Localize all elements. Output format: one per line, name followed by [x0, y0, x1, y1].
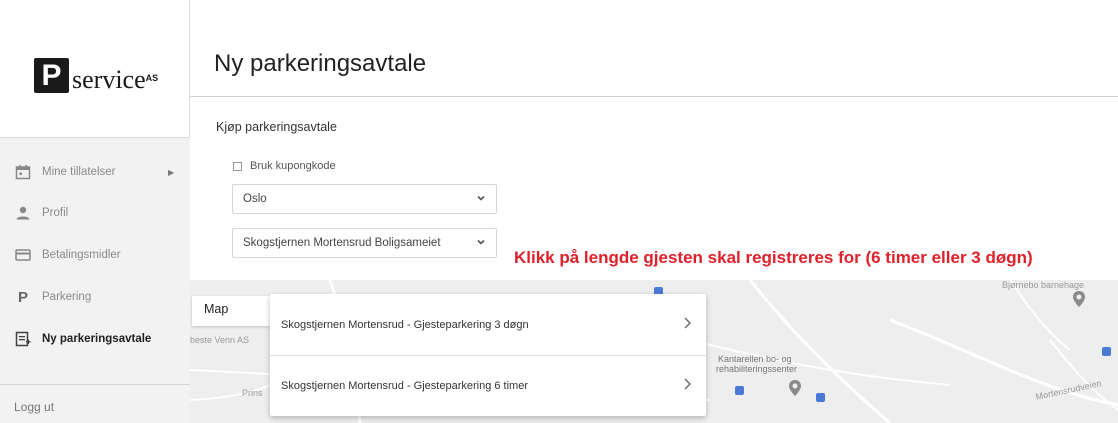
sidebar-item-label: Betalingsmidler — [42, 249, 121, 261]
sidebar-nav: Mine tillatelser ▶ Profil Betalingsmidle… — [0, 137, 190, 423]
logo-p-mark: P — [34, 58, 69, 93]
location-select-value: Skogstjernen Mortensrud Boligsameiet — [243, 237, 441, 249]
pservice-logo[interactable]: P serviceAS — [34, 58, 158, 93]
page-title: Ny parkeringsavtale — [214, 50, 427, 77]
bus-stop-icon[interactable] — [735, 386, 744, 395]
logo-area: P serviceAS — [0, 0, 190, 137]
sidebar-item-betalingsmidler[interactable]: Betalingsmidler — [0, 235, 190, 275]
map-label-prins: Prins — [242, 388, 263, 398]
map-pin-icon[interactable] — [1072, 290, 1086, 308]
map-label-bjornebo: Bjørnebo barnehage — [1002, 280, 1085, 290]
sidebar-item-mine-tillatelser[interactable]: Mine tillatelser ▶ — [0, 152, 190, 192]
map[interactable]: beste Venn AS Prins Bjørnebo barnehage K… — [190, 280, 1118, 423]
logo-name: service — [72, 65, 146, 94]
main-content: Ny parkeringsavtale Kjøp parkeringsavtal… — [190, 0, 1118, 423]
sidebar-item-label: Mine tillatelser — [42, 166, 116, 178]
chevron-right-icon: ▶ — [168, 167, 175, 177]
city-select[interactable]: Oslo — [232, 184, 497, 214]
instruction-text: Klikk på lengde gjesten skal registreres… — [514, 248, 1033, 267]
chevron-right-icon — [684, 378, 691, 390]
logo-suffix: AS — [145, 73, 159, 83]
sidebar-item-parkering[interactable]: P Parkering — [0, 277, 190, 317]
sidebar-item-profil[interactable]: Profil — [0, 193, 190, 233]
coupon-checkbox[interactable] — [233, 161, 242, 171]
bus-stop-icon[interactable] — [1102, 347, 1111, 356]
map-label-kantarellen-2: rehabiliteringssenter — [716, 364, 798, 374]
title-divider — [190, 96, 1118, 97]
map-label-beste-venn: beste Venn AS — [190, 335, 250, 345]
logout-link[interactable]: Logg ut — [14, 400, 54, 414]
bus-stop-icon[interactable] — [816, 393, 825, 402]
chevron-down-icon — [477, 239, 485, 245]
calendar-icon — [14, 163, 32, 181]
chevron-down-icon — [477, 195, 485, 201]
chevron-right-icon — [684, 317, 691, 329]
sidebar: P serviceAS Mine tillatelser ▶ Profil Be… — [0, 0, 190, 423]
sidebar-item-label: Parkering — [42, 291, 92, 303]
parking-options-dropdown: Skogstjernen Mortensrud - Gjesteparkerin… — [270, 294, 706, 416]
option-label: Skogstjernen Mortensrud - Gjesteparkerin… — [281, 318, 529, 331]
city-select-value: Oslo — [243, 193, 267, 205]
new-document-icon — [14, 330, 32, 348]
parking-p-icon: P — [17, 288, 28, 306]
location-select[interactable]: Skogstjernen Mortensrud Boligsameiet — [232, 228, 497, 258]
sidebar-item-ny-parkeringsavtale[interactable]: Ny parkeringsavtale — [0, 319, 190, 359]
option-gjesteparkering-6-timer[interactable]: Skogstjernen Mortensrud - Gjesteparkerin… — [270, 355, 706, 416]
coupon-label: Bruk kupongkode — [250, 160, 336, 172]
sidebar-item-label: Profil — [42, 207, 69, 219]
sidebar-item-label: Ny parkeringsavtale — [42, 333, 152, 345]
map-tab[interactable]: Map — [192, 296, 270, 326]
person-icon — [14, 204, 32, 222]
map-label-kantarellen: Kantarellen bo- og — [718, 354, 792, 364]
option-label: Skogstjernen Mortensrud - Gjesteparkerin… — [281, 379, 528, 392]
map-pin-icon[interactable] — [788, 379, 802, 397]
option-gjesteparkering-3-dogn[interactable]: Skogstjernen Mortensrud - Gjesteparkerin… — [270, 294, 706, 355]
credit-card-icon — [14, 246, 32, 264]
section-title: Kjøp parkeringsavtale — [216, 120, 337, 134]
sidebar-divider — [0, 384, 190, 385]
coupon-checkbox-row[interactable]: Bruk kupongkode — [233, 160, 336, 172]
